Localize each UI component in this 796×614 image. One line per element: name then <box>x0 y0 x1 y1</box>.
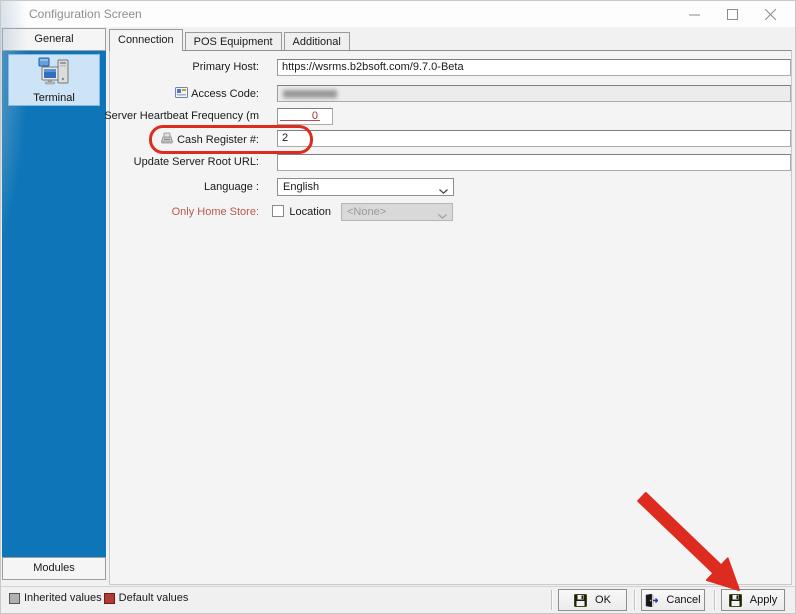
sidebar-item-terminal[interactable]: Terminal <box>8 54 100 106</box>
heartbeat-input[interactable]: 0 <box>277 108 333 125</box>
access-code-input[interactable] <box>277 85 791 102</box>
cash-register-icon <box>160 132 174 147</box>
values-legend: Inherited values Default values <box>9 592 188 604</box>
id-card-icon <box>175 87 189 101</box>
masked-value <box>283 90 337 98</box>
inherited-values-swatch <box>9 592 20 604</box>
minimize-icon[interactable] <box>675 1 713 27</box>
close-icon[interactable] <box>751 1 789 27</box>
exit-door-icon <box>646 593 659 607</box>
heartbeat-label: Server Heartbeat Frequency (m <box>104 110 259 122</box>
tab-pos-equipment[interactable]: POS Equipment <box>184 32 282 51</box>
ok-button[interactable]: OK <box>558 589 627 611</box>
save-floppy-icon <box>574 593 588 607</box>
cash-register-label: Cash Register #: <box>160 132 259 147</box>
default-values-swatch <box>103 592 115 604</box>
update-server-root-url-label: Update Server Root URL: <box>133 156 259 168</box>
tab-connection[interactable]: Connection <box>109 29 183 51</box>
language-label: Language : <box>203 181 259 193</box>
sidebar-item-label: Terminal <box>33 92 75 104</box>
chevron-down-icon <box>438 210 447 222</box>
maximize-icon[interactable] <box>713 1 751 27</box>
apply-button[interactable]: Apply <box>721 589 785 611</box>
sidebar: Terminal <box>1 1 106 557</box>
configuration-window: Configuration Screen General <box>0 0 796 614</box>
inherited-values-label: Inherited values <box>24 592 102 604</box>
access-code-label: Access Code: <box>175 87 259 101</box>
status-bar: Inherited values Default values OK Cance… <box>1 586 795 613</box>
primary-host-label: Primary Host: <box>192 61 259 73</box>
tab-bar: Connection POS Equipment Additional <box>109 29 352 51</box>
separator <box>551 590 553 610</box>
terminal-computer-icon <box>9 57 99 94</box>
location-label: Location <box>289 206 331 218</box>
only-home-store-label: Only Home Store: <box>171 206 259 218</box>
default-value-underline <box>280 120 320 121</box>
primary-host-input[interactable]: https://wsrms.b2bsoft.com/9.7.0-Beta <box>277 59 791 76</box>
separator <box>634 590 636 610</box>
language-select[interactable]: English <box>277 178 454 196</box>
default-values-label: Default values <box>118 592 189 604</box>
tab-additional[interactable]: Additional <box>283 32 350 51</box>
title-bar: Configuration Screen <box>1 1 795 27</box>
update-server-root-url-input[interactable] <box>277 154 791 171</box>
location-select[interactable]: <None> <box>341 203 453 221</box>
chevron-down-icon <box>439 185 448 197</box>
cancel-button[interactable]: Cancel <box>641 589 705 611</box>
save-floppy-icon <box>728 593 742 607</box>
cash-register-input[interactable]: 2 <box>277 130 791 147</box>
separator <box>714 590 716 610</box>
only-home-store-checkbox[interactable] <box>272 205 284 217</box>
sidebar-button-modules[interactable]: Modules <box>2 557 106 580</box>
